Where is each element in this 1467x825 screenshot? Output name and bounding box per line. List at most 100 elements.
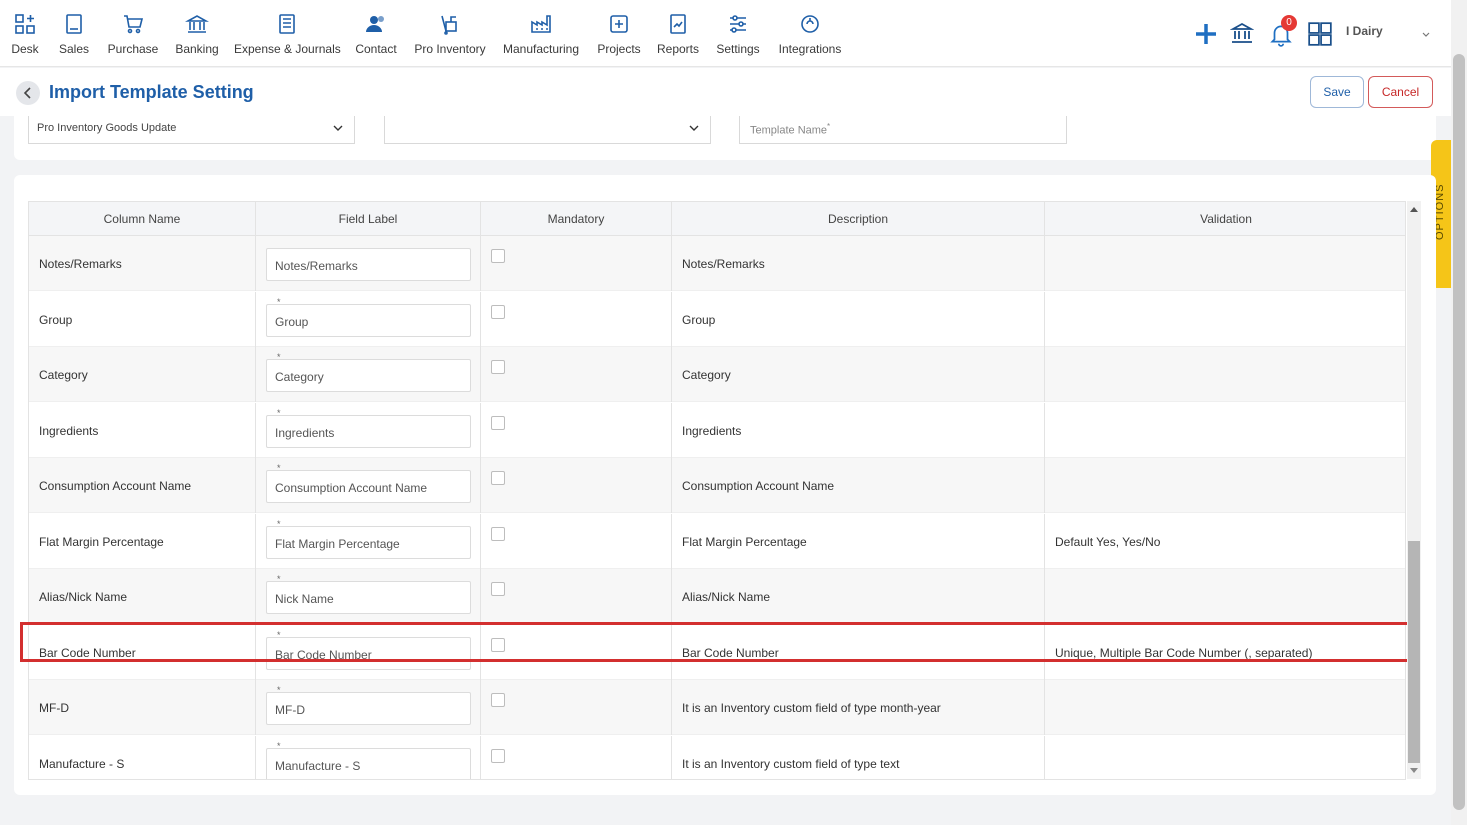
validation-cell [1045, 736, 1405, 780]
nav-label: Purchase [107, 42, 159, 56]
mandatory-checkbox[interactable] [491, 748, 505, 763]
column-name: Consumption Account Name [39, 479, 192, 493]
header-field-label: Field Label [256, 202, 481, 236]
field-label-cell: * Group [256, 291, 481, 347]
back-button[interactable] [16, 81, 40, 105]
chevron-down-icon[interactable] [1421, 27, 1431, 37]
nav-reports[interactable]: Reports [654, 0, 702, 67]
nav-purchase[interactable]: Purchase [104, 0, 162, 67]
cancel-button[interactable]: Cancel [1368, 76, 1433, 108]
mandatory-cell [481, 402, 672, 458]
mandatory-checkbox[interactable] [491, 637, 505, 652]
field-label-input[interactable]: Category [266, 359, 471, 392]
description: Consumption Account Name [682, 479, 835, 493]
validation-cell [1045, 458, 1405, 513]
column-name-cell: Ingredients [29, 402, 256, 458]
description-cell: It is an Inventory custom field of type … [672, 680, 1045, 735]
template-type-select[interactable]: Pro Inventory Goods Update [28, 116, 355, 144]
field-label-input[interactable]: Ingredients [266, 414, 471, 448]
mandatory-checkbox[interactable] [491, 582, 505, 596]
factory-icon [529, 12, 553, 36]
validation-cell [1045, 403, 1405, 458]
nav-expense-journals[interactable]: Expense & Journals [234, 0, 341, 67]
nav-label: Integrations [778, 42, 842, 56]
scroll-down-arrow-icon[interactable] [1410, 768, 1418, 773]
mandatory-cell [481, 236, 672, 291]
field-label-cell: * MF-D [256, 680, 481, 735]
field-label-input[interactable]: Flat Margin Percentage [266, 525, 471, 559]
table-row: Group * Group Group [29, 291, 1405, 347]
nav-sales[interactable]: Sales [54, 0, 94, 67]
mandatory-cell [481, 624, 672, 680]
field-label-cell: * Bar Code Number [256, 624, 481, 680]
app-grid-icon[interactable] [1307, 21, 1333, 52]
table-row: Notes/Remarks Notes/Remarks Notes/Remarks [29, 236, 1405, 291]
table-row: Bar Code Number * Bar Code Number Bar Code … [29, 624, 1405, 680]
field-label-input[interactable]: Notes/Remarks [266, 248, 471, 281]
chevron-down-icon [689, 125, 699, 131]
description: Notes/Remarks [682, 257, 765, 271]
organization-name[interactable]: I Dairy [1346, 24, 1383, 38]
template-name-input[interactable]: Template Name* [739, 116, 1067, 144]
nav-contact[interactable]: Contact [350, 0, 402, 67]
validation-cell [1045, 292, 1405, 347]
field-label-input[interactable]: Consumption Account Name [266, 470, 471, 503]
scroll-up-arrow-icon[interactable] [1410, 207, 1418, 212]
column-name: Bar Code Number [39, 645, 136, 660]
nav-desk[interactable]: Desk [4, 0, 46, 67]
nav-settings[interactable]: Settings [712, 0, 764, 67]
column-name: Group [39, 312, 73, 327]
page-scrollbar-thumb[interactable] [1453, 54, 1465, 810]
nav-label: Manufacturing [502, 42, 580, 56]
settings-icon [726, 12, 750, 36]
mandatory-checkbox[interactable] [491, 693, 505, 707]
template-name-placeholder: Template Name [750, 124, 828, 137]
column-name-cell: Bar Code Number [29, 624, 256, 680]
save-button[interactable]: Save [1310, 76, 1364, 108]
field-label-input[interactable]: Group [266, 303, 471, 337]
mandatory-checkbox[interactable] [491, 360, 505, 374]
mandatory-checkbox[interactable] [491, 471, 505, 485]
sales-icon [62, 12, 86, 36]
integrations-icon [798, 12, 822, 36]
validation: Unique, Multiple Bar Code Number (, sepa… [1055, 645, 1313, 660]
field-label-input[interactable]: Manufacture - S [266, 747, 471, 779]
column-name-cell: Notes/Remarks [29, 236, 256, 291]
mandatory-checkbox[interactable] [491, 415, 505, 430]
contact-icon [364, 12, 388, 36]
description: Bar Code Number [682, 645, 779, 660]
column-name-cell: Category [29, 347, 256, 402]
description-cell: Category [672, 347, 1045, 402]
column-name-cell: Flat Margin Percentage [29, 513, 256, 569]
bank-shortcut-icon[interactable] [1229, 21, 1255, 50]
nav-integrations[interactable]: Integrations [774, 0, 846, 67]
column-name: MF-D [39, 701, 69, 715]
scrollbar-thumb[interactable] [1408, 541, 1420, 763]
description: It is an Inventory custom field of type … [682, 701, 941, 715]
description: Flat Margin Percentage [682, 534, 807, 549]
secondary-select[interactable] [384, 116, 711, 144]
nav-manufacturing[interactable]: Manufacturing [498, 0, 584, 67]
validation-cell: Unique, Multiple Bar Code Number (, sepa… [1045, 625, 1405, 680]
nav-projects[interactable]: Projects [594, 0, 644, 67]
page-scrollbar[interactable] [1451, 0, 1467, 825]
plus-icon[interactable] [1194, 22, 1218, 51]
nav-label: Contact [355, 42, 397, 56]
table-scrollbar[interactable] [1407, 201, 1421, 779]
column-name: Notes/Remarks [39, 257, 122, 271]
mandatory-cell [481, 680, 672, 735]
nav-pro-inventory[interactable]: Pro Inventory [412, 0, 488, 67]
description-cell: Consumption Account Name [672, 458, 1045, 513]
mandatory-checkbox[interactable] [491, 526, 505, 541]
mandatory-checkbox[interactable] [491, 249, 505, 263]
filter-card: Pro Inventory Goods Update Template Name… [14, 116, 1436, 160]
validation-cell [1045, 347, 1405, 402]
mandatory-cell [481, 347, 672, 402]
field-label-input[interactable]: Bar Code Number [266, 636, 471, 670]
field-label-input[interactable]: Nick Name [266, 581, 471, 614]
table-row: Consumption Account Name * Consumption Acc… [29, 458, 1405, 513]
nav-label: Reports [656, 42, 700, 56]
mandatory-checkbox[interactable] [491, 304, 505, 319]
field-label-input[interactable]: MF-D [266, 692, 471, 725]
nav-banking[interactable]: Banking [170, 0, 224, 67]
